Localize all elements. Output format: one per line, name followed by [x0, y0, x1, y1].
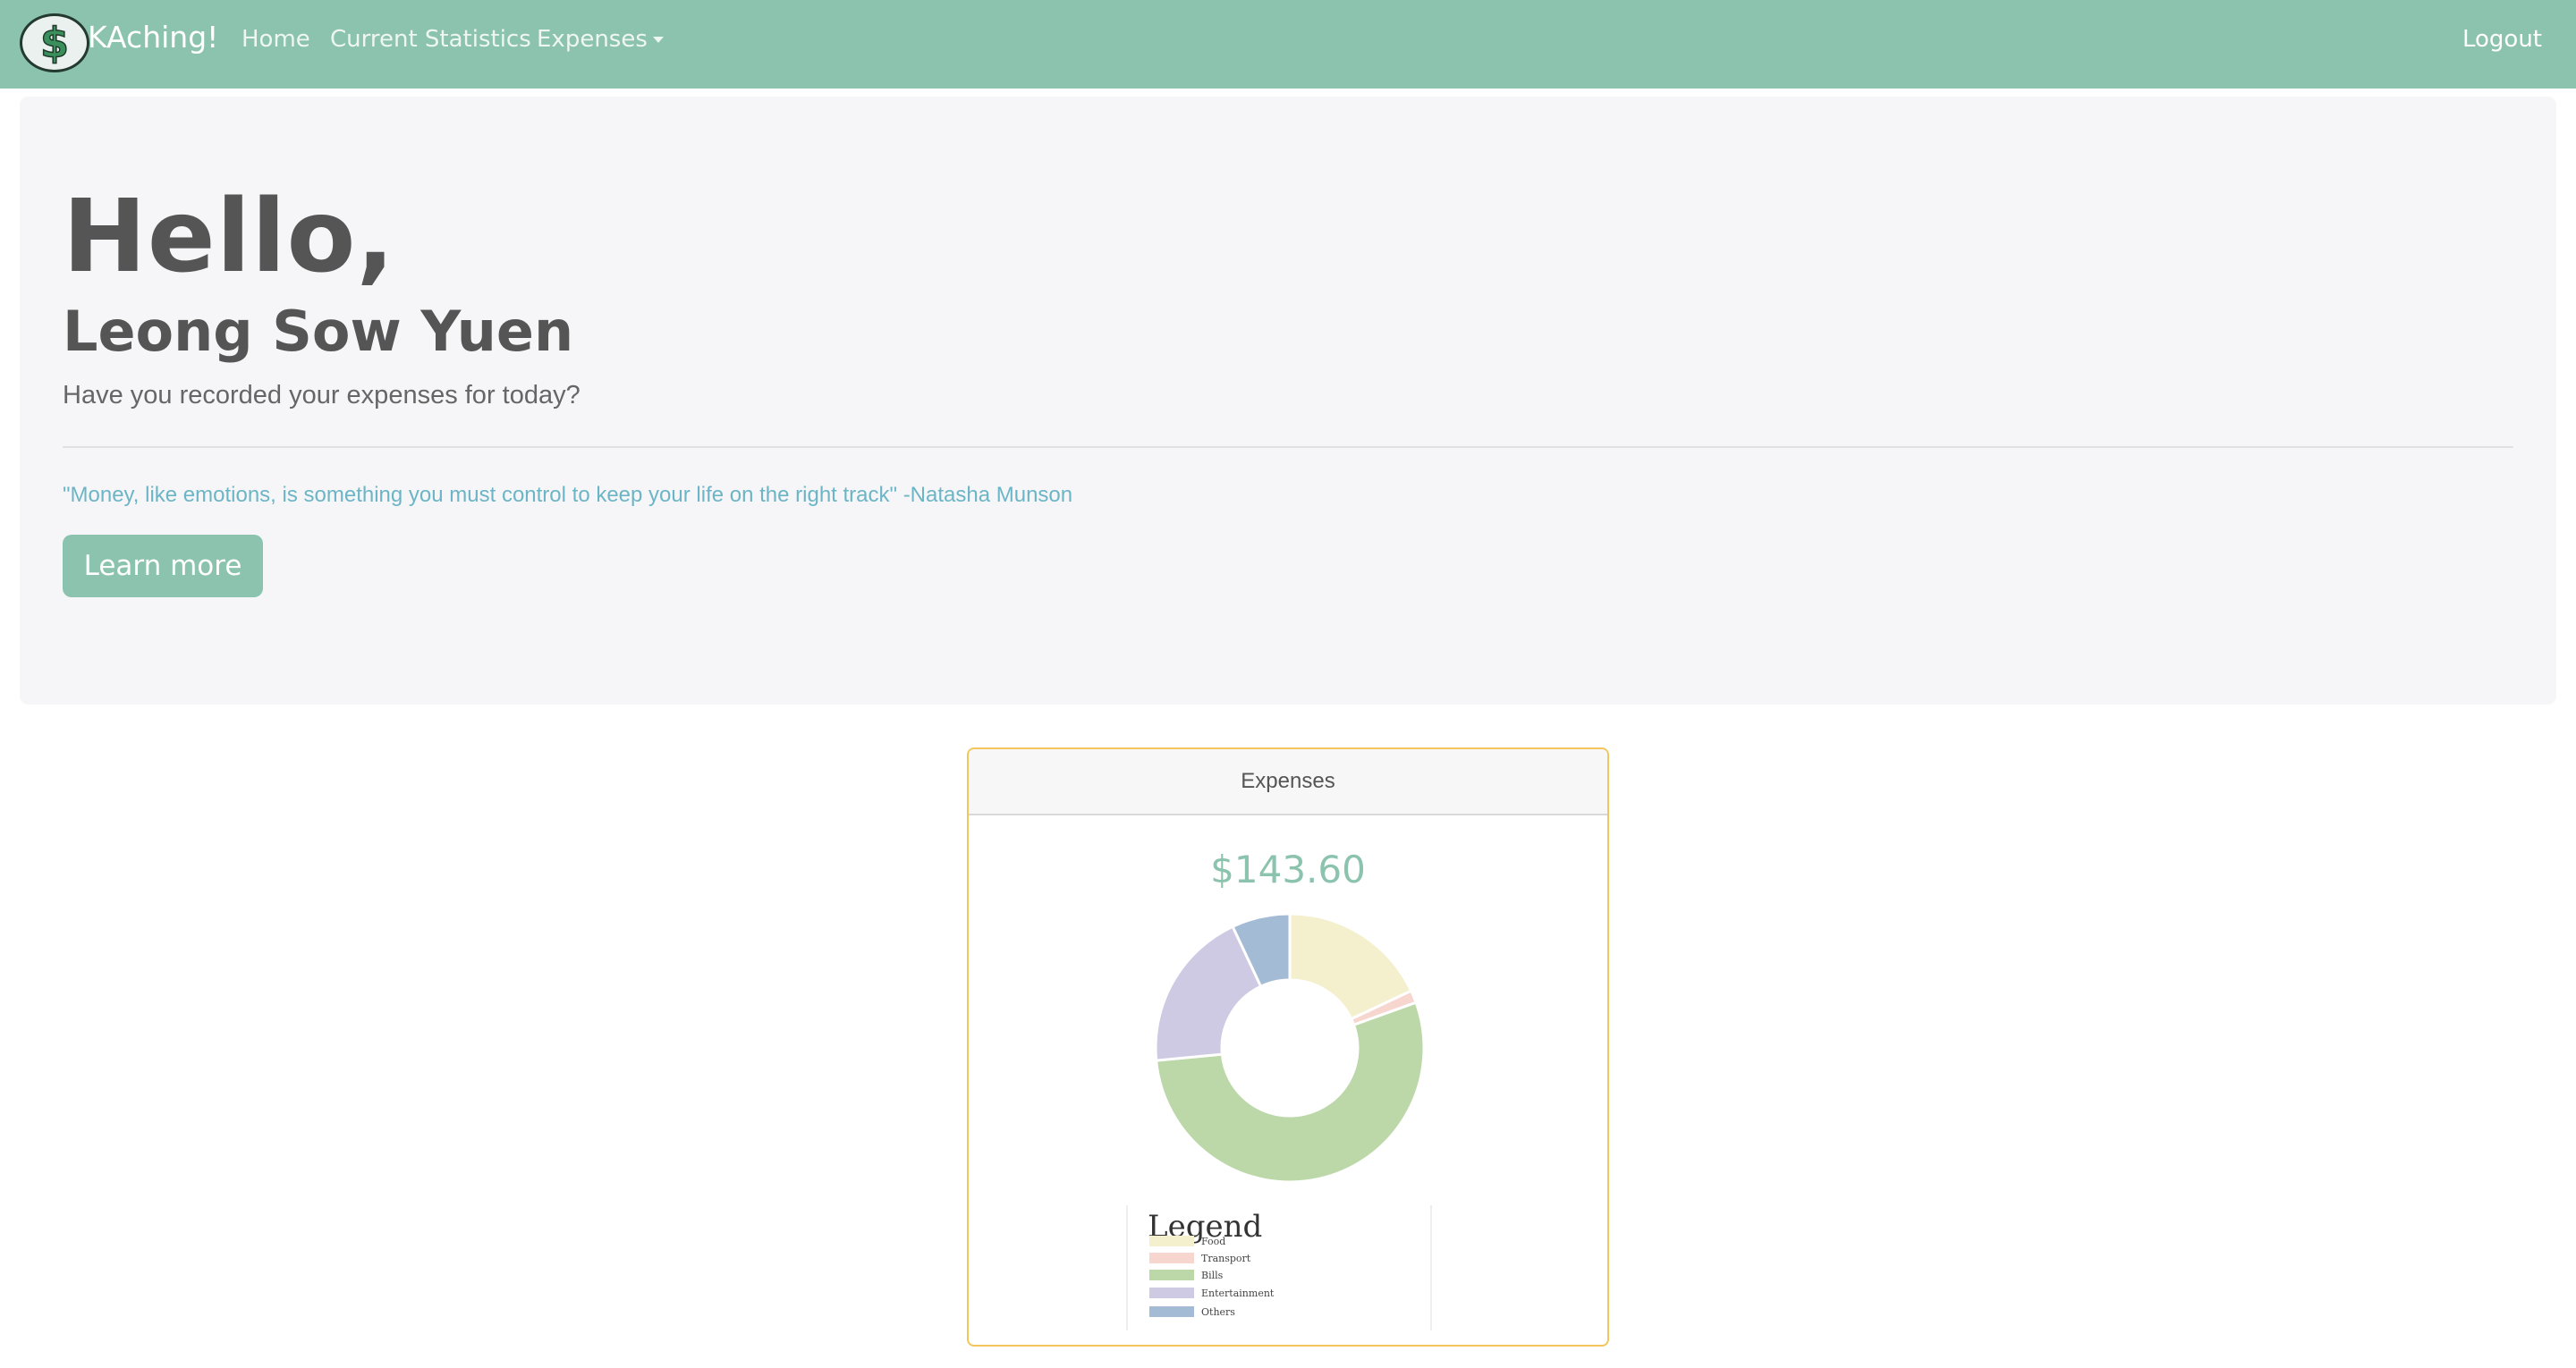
user-name: Leong Sow Yuen [63, 299, 574, 364]
navbar: $ KAching! Home Current Statistics Expen… [0, 0, 2576, 89]
brand-link[interactable]: KAching! [88, 20, 218, 55]
legend-item-bills: Bills [1149, 1268, 1223, 1282]
legend-label: Others [1201, 1305, 1235, 1318]
nav-expenses-dropdown[interactable]: Expenses [537, 26, 664, 53]
legend-swatch [1149, 1253, 1194, 1263]
divider [63, 446, 2513, 448]
quote-text: "Money, like emotions, is something you … [63, 483, 1073, 507]
nav-expenses-label: Expenses [537, 26, 648, 53]
legend-label: Entertainment [1201, 1287, 1275, 1299]
legend-label: Bills [1201, 1269, 1224, 1281]
total-amount: $143.60 [1210, 848, 1366, 891]
svg-text:$: $ [40, 19, 69, 67]
expenses-card: Expenses $143.60 Legend Food Transport Bil… [967, 747, 1609, 1347]
hero-jumbotron: Hello, Leong Sow Yuen Have you recorded … [20, 97, 2556, 705]
dollar-sign-icon[interactable]: $ [20, 13, 89, 72]
expenses-donut-chart [1156, 914, 1424, 1182]
legend-swatch [1149, 1288, 1194, 1298]
legend-swatch [1149, 1236, 1194, 1246]
learn-more-button[interactable]: Learn more [63, 535, 263, 597]
logout-link[interactable]: Logout [2462, 26, 2542, 53]
legend-label: Food [1201, 1235, 1226, 1247]
legend-swatch [1149, 1270, 1194, 1280]
chart-legend: Legend Food Transport Bills Entertainment Ot… [1126, 1205, 1432, 1330]
card-header: Expenses [969, 749, 1607, 815]
legend-label: Transport [1201, 1252, 1251, 1264]
nav-home[interactable]: Home [242, 26, 310, 53]
legend-item-transport: Transport [1149, 1251, 1250, 1265]
greeting-heading: Hello, [63, 179, 395, 295]
lead-text: Have you recorded your expenses for toda… [63, 381, 580, 410]
legend-swatch [1149, 1306, 1194, 1317]
legend-item-food: Food [1149, 1234, 1225, 1248]
nav-current-statistics[interactable]: Current Statistics [330, 26, 531, 53]
caret-down-icon [652, 37, 664, 43]
legend-item-others: Others [1149, 1305, 1235, 1319]
legend-item-entertainment: Entertainment [1149, 1286, 1274, 1300]
